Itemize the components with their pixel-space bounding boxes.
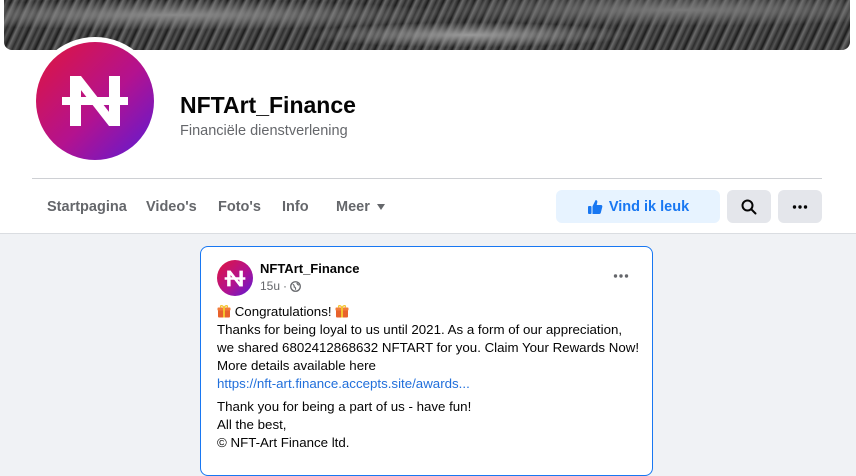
tab-more[interactable]: Meer xyxy=(336,199,386,215)
more-dots-icon xyxy=(792,204,808,209)
page-header: NFTArt_Finance Financiële dienstverlenin… xyxy=(0,0,856,234)
like-button-label: Vind ik leuk xyxy=(608,198,690,215)
post-line-thanks: Thanks for being loyal to us until 2021.… xyxy=(217,322,640,373)
post-author[interactable]: NFTArt_Finance xyxy=(260,261,359,276)
gift-icon xyxy=(217,304,231,318)
post-link[interactable]: https://nft-art.finance.accepts.site/awa… xyxy=(217,376,470,391)
tab-info[interactable]: Info xyxy=(282,199,309,215)
caret-down-icon xyxy=(376,204,385,210)
tab-home[interactable]: Startpagina xyxy=(47,199,127,215)
post-line-signature: © NFT-Art Finance ltd. xyxy=(217,435,350,450)
thumbs-up-icon xyxy=(587,199,603,214)
meta-separator: · xyxy=(283,279,288,293)
search-icon xyxy=(741,199,757,214)
post-line-congrats: Congratulations! xyxy=(217,303,642,321)
like-button[interactable]: Vind ik leuk xyxy=(556,190,720,223)
profile-avatar[interactable] xyxy=(36,42,154,160)
header-shadow xyxy=(0,233,856,234)
congrats-text: Congratulations! xyxy=(234,304,332,319)
more-options-button[interactable] xyxy=(778,190,822,223)
cover-photo[interactable] xyxy=(4,0,850,50)
search-button[interactable] xyxy=(727,190,771,223)
post-body: Congratulations! Thanks for being loyal … xyxy=(217,303,642,452)
header-divider xyxy=(32,178,822,179)
post-options-button[interactable] xyxy=(605,264,637,288)
tab-videos[interactable]: Video's xyxy=(146,199,197,215)
post-avatar[interactable] xyxy=(217,260,253,296)
page-title: NFTArt_Finance xyxy=(180,92,356,118)
more-dots-icon xyxy=(613,274,629,278)
gift-icon xyxy=(335,304,349,318)
post-line-fun: Thank you for being a part of us - have … xyxy=(217,399,472,414)
tab-more-label: Meer xyxy=(336,199,370,215)
nft-logo-icon xyxy=(62,76,128,126)
post-card: NFTArt_Finance 15u · Congratulations! Th… xyxy=(200,246,653,476)
nft-logo-icon xyxy=(224,270,246,286)
globe-icon xyxy=(290,280,301,292)
post-meta: 15u · xyxy=(260,279,301,293)
page-category: Financiële dienstverlening xyxy=(180,123,348,139)
post-time[interactable]: 15u xyxy=(260,279,280,293)
post-line-regards: All the best, xyxy=(217,417,287,432)
tab-photos[interactable]: Foto's xyxy=(218,199,261,215)
